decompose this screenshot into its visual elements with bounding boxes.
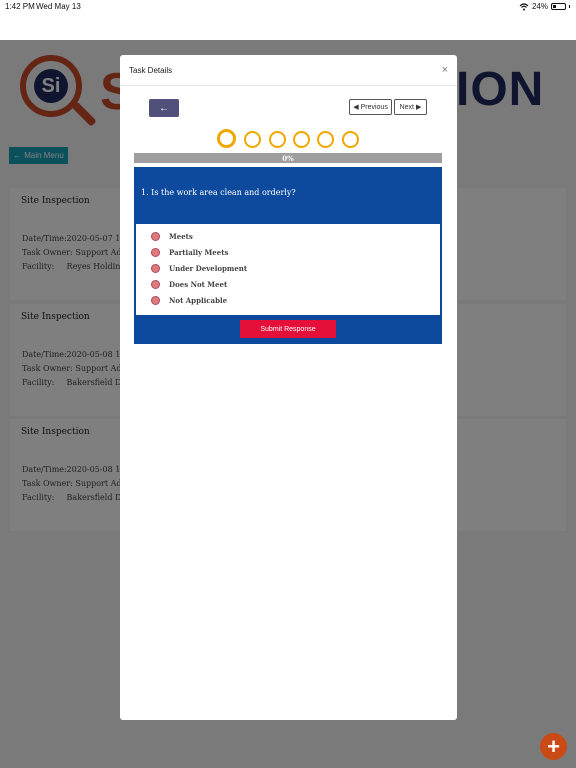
option-label: Meets: [169, 232, 193, 241]
submit-response-button[interactable]: Submit Response: [240, 320, 336, 338]
battery-icon: [551, 3, 566, 10]
next-button[interactable]: Next ▶: [394, 99, 427, 115]
battery-percent: 24%: [531, 2, 548, 11]
next-label: Next: [399, 103, 414, 111]
arrow-left-icon: ←: [159, 102, 169, 114]
close-icon[interactable]: ×: [442, 64, 448, 76]
option-under-development[interactable]: Under Development: [151, 264, 247, 273]
battery-tip: [569, 5, 570, 8]
modal-header: Task Details ×: [120, 55, 457, 86]
wifi-icon: [519, 2, 529, 10]
radio-button[interactable]: [151, 264, 160, 273]
option-does-not-meet[interactable]: Does Not Meet: [151, 280, 227, 289]
option-not-applicable[interactable]: Not Applicable: [151, 296, 227, 305]
option-meets[interactable]: Meets: [151, 232, 193, 241]
plus-icon: +: [547, 733, 560, 759]
question-text: 1. Is the work area clean and orderly?: [141, 188, 296, 197]
option-label: Does Not Meet: [169, 280, 228, 289]
radio-button[interactable]: [151, 296, 160, 305]
add-task-button[interactable]: +: [540, 733, 567, 760]
modal-title: Task Details: [129, 66, 173, 75]
answer-options: Meets Partially Meets Under Development …: [136, 224, 440, 315]
step-indicator-2[interactable]: [244, 131, 261, 148]
caret-left-icon: ◀: [353, 104, 359, 111]
status-date: Wed May 13: [36, 2, 81, 11]
radio-button[interactable]: [151, 280, 160, 289]
option-partially-meets[interactable]: Partially Meets: [151, 248, 228, 257]
option-label: Not Applicable: [169, 296, 228, 305]
caret-right-icon: ▶: [416, 104, 422, 111]
step-indicator-1[interactable]: [217, 129, 236, 148]
question-card: 1. Is the work area clean and orderly? M…: [134, 167, 442, 344]
status-indicators: 24%: [519, 2, 570, 11]
status-bar: 1:42 PM Wed May 13 24%: [0, 0, 576, 14]
task-details-modal: Task Details × ← ◀ Previous Next ▶ 0% 1.…: [120, 55, 457, 720]
step-indicator-5[interactable]: [317, 131, 334, 148]
option-label: Under Development: [169, 264, 248, 273]
progress-bar: 0%: [134, 153, 442, 163]
previous-button[interactable]: ◀ Previous: [349, 99, 392, 115]
option-label: Partially Meets: [169, 248, 229, 257]
step-indicator-4[interactable]: [293, 131, 310, 148]
step-indicator-3[interactable]: [269, 131, 286, 148]
radio-button[interactable]: [151, 248, 160, 257]
back-button[interactable]: ←: [149, 99, 179, 117]
radio-button[interactable]: [151, 232, 160, 241]
previous-label: Previous: [360, 103, 388, 111]
step-indicator-6[interactable]: [342, 131, 359, 148]
status-time: 1:42 PM: [5, 2, 35, 11]
progress-label: 0%: [282, 153, 294, 163]
